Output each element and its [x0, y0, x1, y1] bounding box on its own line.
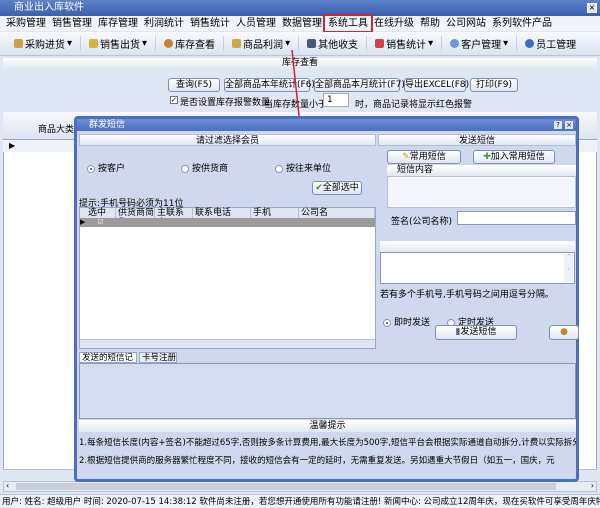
send-sms-button[interactable]: ▮发送短信	[435, 325, 517, 340]
sms-dialog: 群发短信 ? × 请过滤选择会员 按客户 按供货商 按往来单位 ✔全部选中 提示…	[74, 116, 579, 482]
radio-dot	[87, 164, 95, 173]
menu-data[interactable]: 数据管理	[279, 16, 325, 31]
button-label: 常用短信	[409, 152, 446, 162]
col-company: 公司名	[299, 208, 375, 218]
close-icon[interactable]: ×	[587, 3, 597, 13]
toolbar-sales[interactable]: 销售出货 ▾	[81, 36, 157, 51]
toolbar-staff[interactable]: 员工管理	[517, 36, 584, 51]
query-button[interactable]: 查询(F5)	[168, 78, 220, 92]
tip-line-2: 2.根据短信提供商的服务器繁忙程度不同，接收的短信会有一定的延时，无需重复发送。…	[79, 456, 555, 466]
row-checkbox[interactable]: ☑	[97, 218, 103, 226]
button-label: 发送短信	[460, 327, 497, 337]
purchase-icon	[14, 39, 23, 48]
send-header: 发送短信	[378, 134, 576, 146]
help-icon[interactable]: ?	[554, 121, 562, 129]
toolbar-purchase[interactable]: 采购进货 ▾	[6, 36, 82, 51]
alarm-text-suffix: 时，商品记录将显示红色报警	[355, 100, 473, 110]
extra-button[interactable]: ●	[549, 325, 579, 340]
print-button[interactable]: 打印(F9)	[470, 78, 518, 92]
dialog-close-icon[interactable]: ×	[565, 121, 573, 129]
tab-card-register[interactable]: 卡号注册	[139, 352, 177, 363]
toolbar-inventory[interactable]: 库存查看	[156, 36, 225, 51]
sms-records-panel	[79, 363, 576, 419]
customers-icon	[450, 39, 460, 48]
radio-dot	[181, 164, 189, 173]
menu-inventory[interactable]: 库存管理	[95, 16, 141, 31]
alarm-quantity-input[interactable]: 1	[323, 93, 349, 107]
radio-send-now[interactable]: 即时发送	[383, 315, 430, 328]
radio-by-partner[interactable]: 按往来单位	[275, 161, 331, 174]
radio-label: 即时发送	[394, 318, 431, 328]
add-common-sms-button[interactable]: ✚加入常用短信	[473, 150, 555, 164]
member-row[interactable]: ▶ ☑	[80, 218, 375, 227]
window-title: 商业出入库软件	[0, 0, 600, 16]
column-category: 商品大类	[38, 125, 75, 135]
inventory-icon	[164, 39, 174, 48]
menu-purchase[interactable]: 采购管理	[3, 16, 49, 31]
extra-icon: ●	[560, 327, 568, 337]
common-sms-button[interactable]: ✎常用短信	[387, 150, 461, 164]
menu-staff[interactable]: 人员管理	[233, 16, 279, 31]
menu-system-tools[interactable]: 系统工具	[323, 14, 373, 33]
content-label: 短信内容	[387, 165, 576, 176]
radio-by-supplier[interactable]: 按供货商	[181, 161, 228, 174]
menu-profit[interactable]: 利润统计	[141, 16, 187, 31]
member-grid: 选中 供货商简称 主联系人 联系电话 手机 公司名 ▶☑	[79, 207, 376, 349]
money-bag-icon	[232, 39, 242, 48]
select-all-button[interactable]: ✔全部选中	[312, 181, 362, 195]
menu-website[interactable]: 公司网站	[443, 16, 489, 31]
sales-icon	[89, 39, 99, 48]
toolbar-other[interactable]: 其他收支	[299, 36, 368, 51]
col-mobile: 手机	[251, 208, 299, 218]
toolbar-sales-stats[interactable]: 销售统计 ▾	[367, 36, 443, 51]
plus-icon: ✚	[483, 152, 491, 162]
menu-upgrade[interactable]: 在线升级	[371, 16, 417, 31]
menu-sales[interactable]: 销售管理	[49, 16, 95, 31]
menu-help[interactable]: 帮助	[417, 16, 443, 31]
check-icon: ✔	[315, 183, 323, 193]
sms-content-input[interactable]	[387, 176, 576, 208]
toolbar-profit[interactable]: 商品利润 ▾	[224, 36, 300, 51]
status-bar: 用户: 姓名: 超级用户 时间: 2020-07-15 14:38:12 软件尚…	[0, 494, 600, 508]
toolbar-customers[interactable]: 客户管理 ▾	[442, 36, 518, 51]
col-supplier: 供货商简称	[118, 208, 155, 218]
month-stats-button[interactable]: 全部商品本月统计(F7)	[314, 78, 405, 92]
select-all-label: 全部选中	[322, 183, 359, 193]
grid-footer	[80, 339, 375, 348]
phone-header	[380, 241, 575, 252]
menu-bar: 采购管理 销售管理 库存管理 利润统计 销售统计 人员管理 数据管理 系统工具 …	[0, 14, 600, 33]
signature-label: 签名(公司名称)	[391, 217, 453, 227]
alarm-checkbox[interactable]: ✓	[170, 96, 178, 104]
signature-input[interactable]	[457, 211, 576, 225]
radio-dot	[383, 318, 391, 327]
menu-products[interactable]: 系列软件产品	[489, 16, 555, 31]
export-excel-button[interactable]: 导出EXCEL(F8)	[404, 78, 469, 92]
tip-line-1: 1.每条短信长度(内容+签名)不能超过65字,否则按多条计算费用,最大长度为50…	[79, 438, 576, 448]
col-phone: 联系电话	[193, 208, 251, 218]
radio-label: 按供货商	[192, 164, 229, 174]
staff-icon	[525, 39, 535, 48]
filter-header: 请过滤选择会员	[79, 134, 376, 146]
radio-dot	[275, 164, 283, 173]
chart-icon	[375, 39, 385, 48]
pencil-icon: ✎	[402, 152, 410, 162]
dialog-title: 群发短信	[77, 119, 576, 131]
button-label: 加入常用短信	[490, 152, 545, 162]
menu-sales-stats[interactable]: 销售统计	[187, 16, 233, 31]
radio-by-customer[interactable]: 按客户	[87, 161, 125, 174]
col-selected: 选中	[86, 208, 116, 218]
calculator-icon	[307, 39, 317, 48]
tab-sms-records[interactable]: 发送的短信记录	[79, 352, 137, 373]
col-contact: 主联系人	[155, 208, 193, 228]
multi-phone-hint: 若有多个手机号,手机号码之间用逗号分隔。	[380, 290, 554, 300]
alarm-checkbox-label: 是否设置库存报警数量	[180, 98, 271, 108]
tips-header: 温馨提示	[79, 420, 576, 432]
horizontal-scrollbar[interactable]: ‹ ›	[3, 481, 597, 492]
phone-numbers-input[interactable]: ˄ ˅	[380, 252, 575, 284]
radio-label: 按往来单位	[286, 164, 332, 174]
radio-label: 按客户	[98, 164, 126, 174]
